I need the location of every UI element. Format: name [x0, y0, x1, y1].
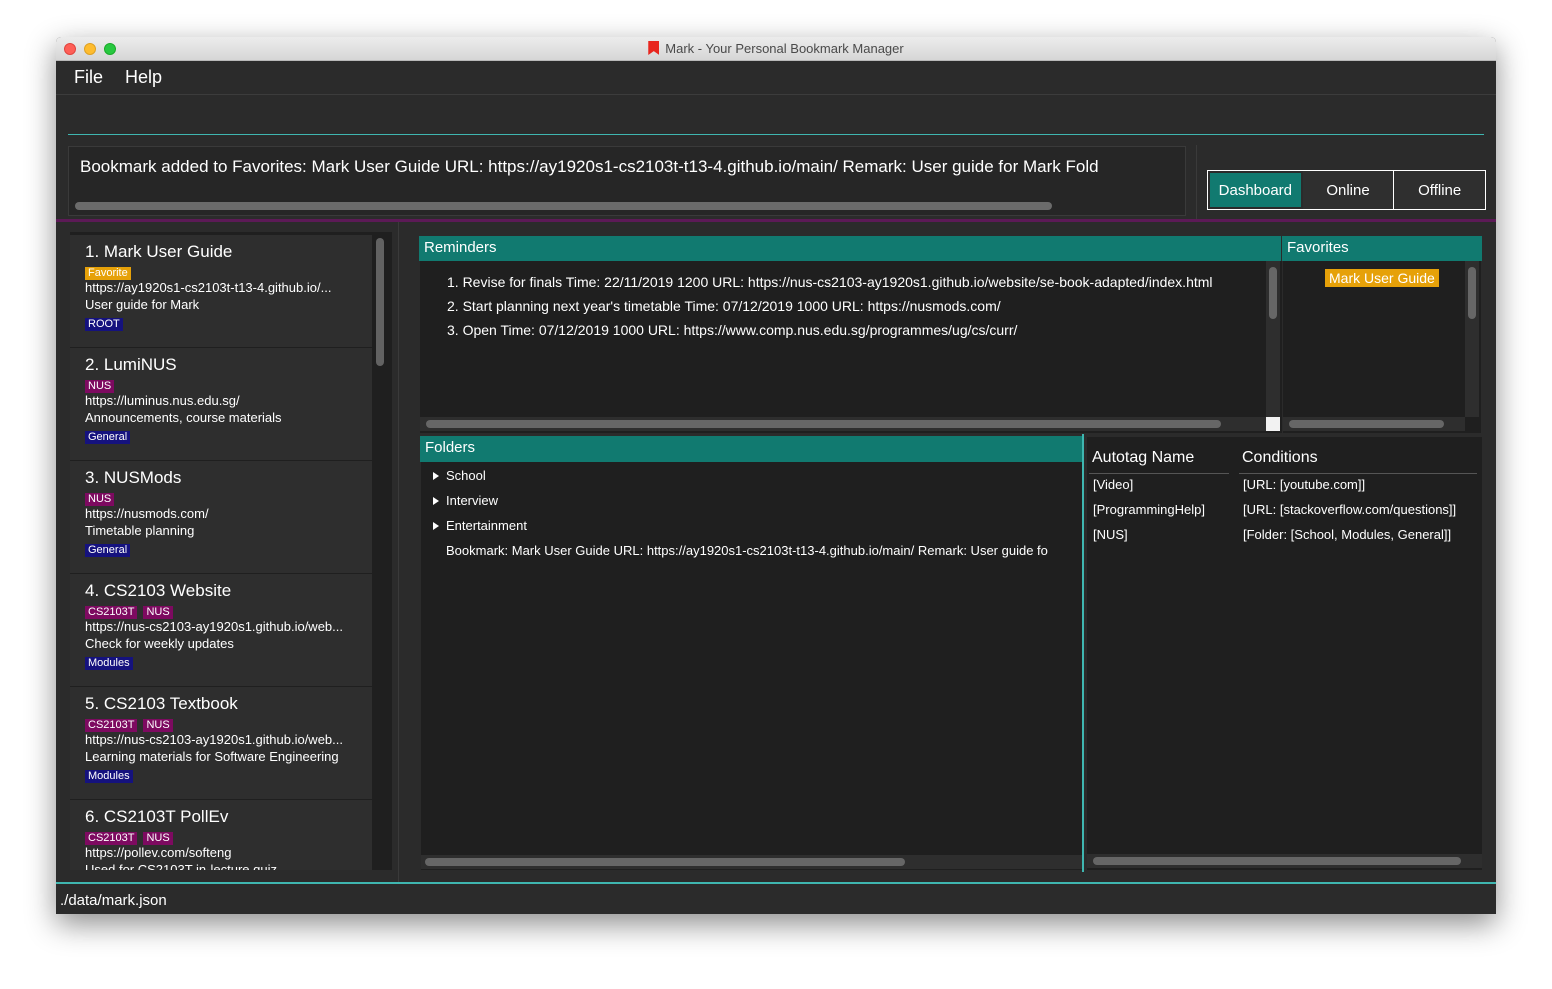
bookmark-title: 5. CS2103 Textbook	[85, 694, 238, 713]
tab-dashboard[interactable]: Dashboard	[1208, 171, 1303, 209]
bookmark-card[interactable]: 6. CS2103T PollEv CS2103T NUS https://pol…	[70, 800, 372, 870]
header-underline	[1089, 473, 1229, 474]
reminder-item[interactable]: 3. Open Time: 07/12/2019 1000 URL: https…	[447, 322, 1017, 338]
folder-badge: General	[85, 431, 131, 444]
folder-tree-item[interactable]: School	[433, 468, 486, 483]
divider	[56, 219, 1496, 222]
autotag-name-cell[interactable]: [Video]	[1093, 477, 1133, 492]
reminder-item[interactable]: 1. Revise for finals Time: 22/11/2019 12…	[447, 274, 1213, 290]
folder-badge: ROOT	[85, 318, 123, 331]
reminders-panel: 1. Revise for finals Time: 22/11/2019 12…	[420, 261, 1282, 433]
divider	[1196, 145, 1197, 219]
result-scrollbar[interactable]	[75, 202, 1052, 210]
folder-bookmark-item[interactable]: Bookmark: Mark User Guide URL: https://a…	[446, 543, 1048, 558]
bookmark-url: https://ay1920s1-cs2103t-t13-4.github.io…	[85, 280, 332, 295]
favorite-item[interactable]: Mark User Guide	[1325, 269, 1439, 287]
bookmark-title: 6. CS2103T PollEv	[85, 807, 229, 826]
view-tabs: Dashboard Online Offline	[1207, 170, 1486, 210]
status-bar-path: ./data/mark.json	[60, 892, 167, 909]
folder-badge: Modules	[85, 657, 133, 670]
divider	[398, 222, 399, 882]
menu-file[interactable]: File	[74, 67, 103, 88]
scroll-thumb[interactable]	[1289, 420, 1444, 428]
bookmark-title: 3. NUSMods	[85, 468, 182, 487]
bookmark-remark: Used for CS2103T in-lecture quiz	[85, 862, 277, 870]
bookmark-title: 2. LumiNUS	[85, 355, 177, 374]
scroll-corner	[1266, 417, 1280, 431]
command-input[interactable]	[68, 134, 1484, 135]
window-title: Mark - Your Personal Bookmark Manager	[56, 41, 1496, 56]
bookmark-remark: Timetable planning	[85, 523, 195, 538]
reminders-header: Reminders	[419, 236, 1281, 261]
folder-tree-item[interactable]: Interview	[433, 493, 498, 508]
bookmark-title: 1. Mark User Guide	[85, 242, 233, 261]
title-bar: Mark - Your Personal Bookmark Manager	[56, 37, 1496, 61]
divider	[56, 882, 1496, 884]
autotag-conditions-cell[interactable]: [Folder: [School, Modules, General]]	[1243, 527, 1451, 542]
divider	[1082, 434, 1084, 872]
bookmark-url: https://nusmods.com/	[85, 506, 209, 521]
scroll-thumb[interactable]	[425, 858, 905, 866]
bookmark-url: https://luminus.nus.edu.sg/	[85, 393, 240, 408]
result-display: Bookmark added to Favorites: Mark User G…	[68, 146, 1186, 216]
scroll-thumb[interactable]	[1468, 267, 1476, 319]
result-text: Bookmark added to Favorites: Mark User G…	[80, 157, 1099, 176]
bookmark-card[interactable]: 2. LumiNUS NUS https://luminus.nus.edu.s…	[70, 348, 372, 460]
autotag-conditions-cell[interactable]: [URL: [youtube.com]]	[1243, 477, 1365, 492]
bookmark-title: 4. CS2103 Website	[85, 581, 232, 600]
expand-arrow-icon[interactable]	[433, 497, 439, 505]
scroll-thumb[interactable]	[426, 420, 1221, 428]
scroll-thumb[interactable]	[1093, 857, 1461, 865]
bookmark-card[interactable]: 1. Mark User Guide Favorite https://ay19…	[70, 235, 372, 347]
expand-arrow-icon[interactable]	[433, 522, 439, 530]
bookmark-list-scrollbar[interactable]	[376, 238, 384, 366]
autotag-conditions-cell[interactable]: [URL: [stackoverflow.com/questions]]	[1243, 502, 1456, 517]
bookmark-remark: Announcements, course materials	[85, 410, 282, 425]
scroll-thumb[interactable]	[1269, 267, 1277, 319]
autotag-name-column-header[interactable]: Autotag Name	[1092, 449, 1194, 467]
bookmark-card[interactable]: 5. CS2103 Textbook CS2103T NUS https://nu…	[70, 687, 372, 799]
tab-online[interactable]: Online	[1302, 171, 1395, 209]
bookmark-remark: Check for weekly updates	[85, 636, 234, 651]
bookmark-remark: User guide for Mark	[85, 297, 200, 312]
app-window: Mark - Your Personal Bookmark Manager Fi…	[56, 37, 1496, 914]
favorites-panel: Mark User Guide	[1283, 261, 1481, 433]
tab-offline[interactable]: Offline	[1394, 171, 1486, 209]
folder-tree-item[interactable]: Entertainment	[433, 518, 527, 533]
folder-badge: Modules	[85, 770, 133, 783]
favorites-header: Favorites	[1282, 236, 1482, 261]
reminder-item[interactable]: 2. Start planning next year's timetable …	[447, 298, 1001, 314]
autotag-table: Autotag Name Conditions [Video] [URL: [y…	[1087, 437, 1482, 870]
bookmark-icon	[648, 41, 660, 55]
bookmark-card[interactable]: 3. NUSMods NUS https://nusmods.com/ Time…	[70, 461, 372, 573]
expand-arrow-icon[interactable]	[433, 472, 439, 480]
folders-panel: School Interview Entertainment Bookmark:…	[421, 462, 1082, 870]
menu-bar: File Help	[56, 61, 1496, 95]
bookmark-remark: Learning materials for Software Engineer…	[85, 749, 339, 764]
autotag-name-cell[interactable]: [ProgrammingHelp]	[1093, 502, 1205, 517]
bookmark-url: https://pollev.com/softeng	[85, 845, 232, 860]
autotag-conditions-column-header[interactable]: Conditions	[1242, 449, 1318, 467]
autotag-name-cell[interactable]: [NUS]	[1093, 527, 1128, 542]
bookmark-list: 1. Mark User Guide Favorite https://ay19…	[70, 232, 392, 870]
bookmark-card[interactable]: 4. CS2103 Website CS2103T NUS https://nus…	[70, 574, 372, 686]
bookmark-url: https://nus-cs2103-ay1920s1.github.io/we…	[85, 732, 343, 747]
menu-help[interactable]: Help	[125, 67, 162, 88]
folder-badge: General	[85, 544, 131, 557]
header-underline	[1239, 473, 1477, 474]
bookmark-url: https://nus-cs2103-ay1920s1.github.io/we…	[85, 619, 343, 634]
folders-header: Folders	[420, 436, 1082, 462]
